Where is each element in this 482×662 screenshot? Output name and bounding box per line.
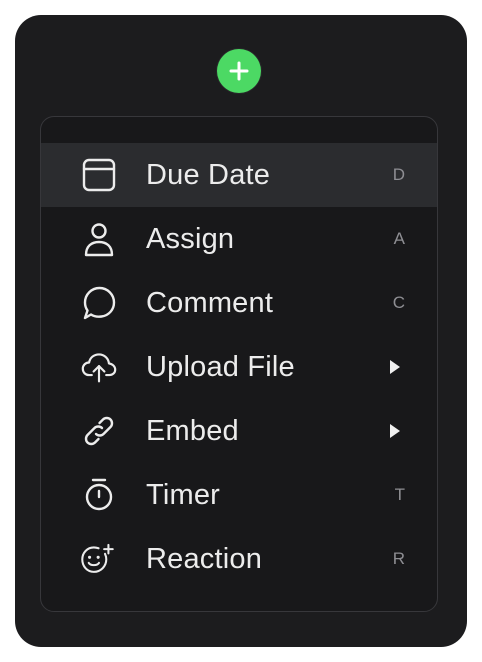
- actions-menu: Due Date D Assign A Comment C Upload Fil…: [40, 116, 438, 612]
- shortcut-key: C: [392, 293, 405, 312]
- menu-item-label: Embed: [146, 415, 239, 447]
- stopwatch-icon: [81, 477, 117, 513]
- menu-item-timer[interactable]: Timer T: [41, 463, 437, 527]
- menu-item-label: Comment: [146, 287, 274, 319]
- plus-icon: [229, 61, 249, 81]
- link-icon: [81, 413, 117, 449]
- menu-item-reaction[interactable]: Reaction R: [41, 527, 437, 591]
- menu-item-due-date[interactable]: Due Date D: [41, 143, 437, 207]
- menu-item-label: Due Date: [146, 159, 271, 191]
- comment-bubble-icon: [81, 285, 117, 321]
- add-button[interactable]: [217, 49, 261, 93]
- shortcut-key: A: [393, 229, 405, 248]
- menu-item-comment[interactable]: Comment C: [41, 271, 437, 335]
- menu-item-assign[interactable]: Assign A: [41, 207, 437, 271]
- emoji-add-icon: [81, 541, 117, 577]
- calendar-icon: [81, 157, 117, 193]
- shortcut-key: R: [392, 549, 405, 568]
- menu-item-label: Upload File: [146, 351, 295, 383]
- submenu-arrow-icon: [390, 424, 400, 438]
- menu-item-label: Assign: [146, 223, 235, 255]
- menu-list: Due Date D Assign A Comment C Upload Fil…: [41, 143, 437, 591]
- shortcut-key: D: [392, 165, 405, 184]
- shortcut-key: T: [394, 485, 405, 504]
- submenu-arrow-icon: [390, 360, 400, 374]
- person-icon: [81, 221, 117, 257]
- menu-item-label: Timer: [146, 479, 221, 511]
- menu-item-upload-file[interactable]: Upload File: [41, 335, 437, 399]
- menu-item-embed[interactable]: Embed: [41, 399, 437, 463]
- menu-item-label: Reaction: [146, 543, 263, 575]
- cloud-upload-icon: [81, 349, 117, 385]
